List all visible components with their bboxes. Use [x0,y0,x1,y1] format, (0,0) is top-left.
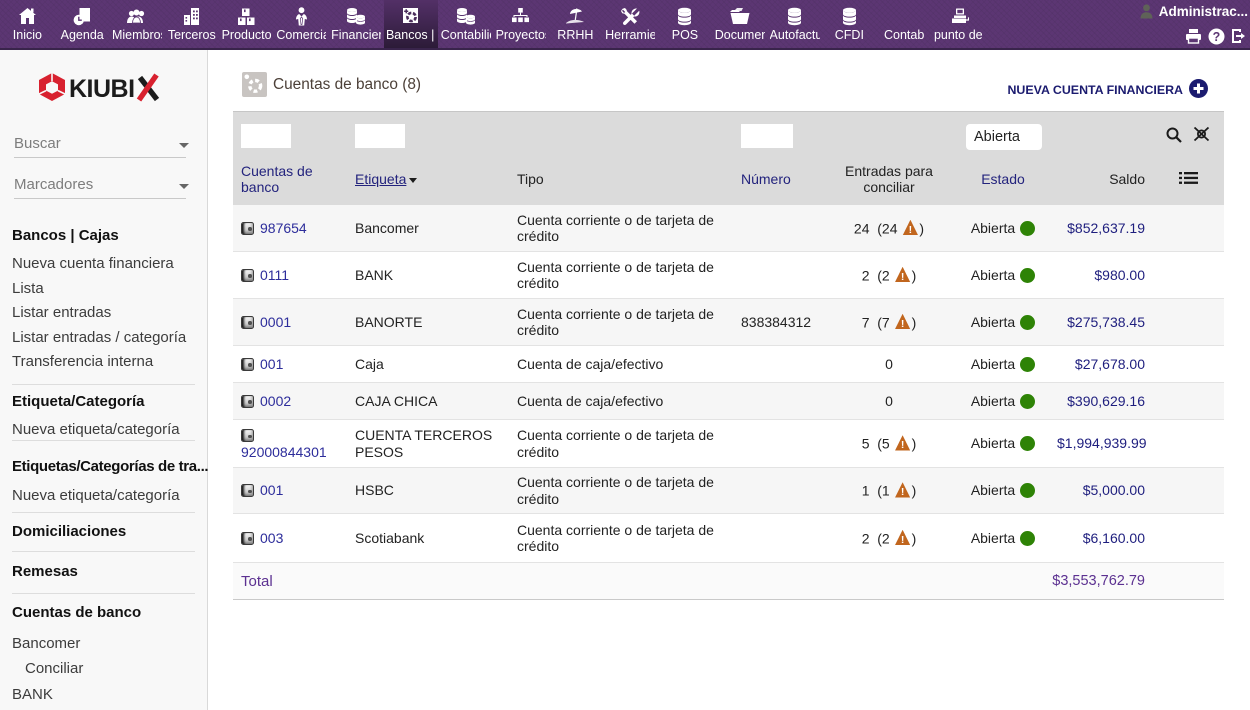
svg-text:?: ? [1213,30,1221,44]
svg-text:KIUBI: KIUBI [69,75,135,103]
